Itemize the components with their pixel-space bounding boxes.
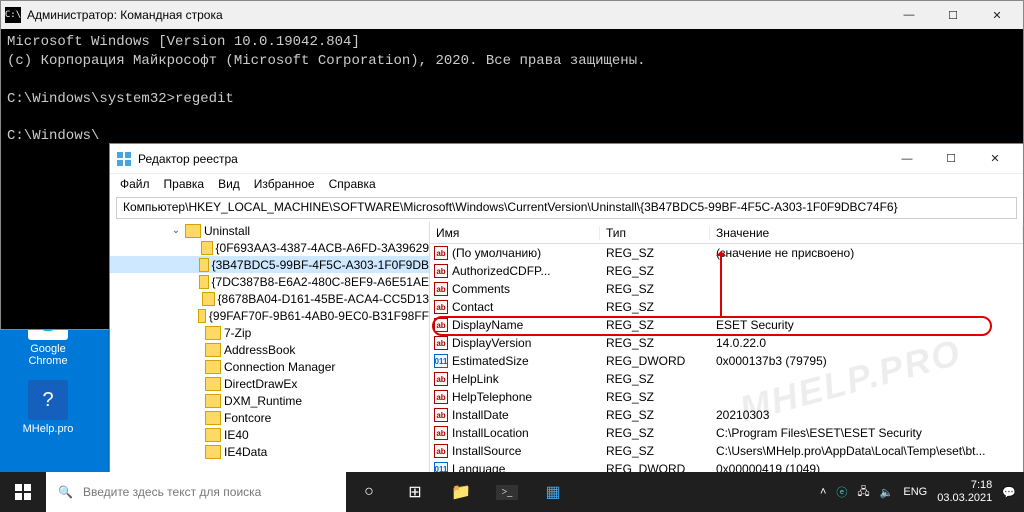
task-view-icon[interactable]: ⊞	[392, 472, 438, 512]
tree-item[interactable]: {7DC387B8-E6A2-480C-8EF9-A6E51AE	[110, 273, 429, 290]
tray-chevron-icon[interactable]: ˄	[820, 486, 826, 498]
tray-time: 7:18	[937, 479, 992, 492]
minimize-button[interactable]: —	[885, 145, 929, 173]
desktop-label: Google Chrome	[12, 343, 84, 367]
regedit-icon	[116, 151, 132, 167]
value-row[interactable]: abAuthorizedCDFP...REG_SZ	[430, 262, 1023, 280]
tray-volume-icon[interactable]: 🔈	[880, 486, 894, 499]
taskbar-cmd[interactable]: >_	[484, 472, 530, 512]
maximize-button[interactable]: ☐	[929, 145, 973, 173]
value-row[interactable]: abInstallLocationREG_SZC:\Program Files\…	[430, 424, 1023, 442]
regedit-window: Редактор реестра — ☐ ✕ Файл Правка Вид Избр…	[109, 143, 1024, 473]
value-row[interactable]: abDisplayNameREG_SZESET Security	[430, 316, 1023, 334]
tree-item[interactable]: DXM_Runtime	[110, 392, 429, 409]
cmd-title-text: Администратор: Командная строка	[27, 8, 887, 22]
windows-icon	[15, 484, 31, 500]
tree-item[interactable]: {99FAF70F-9B61-4AB0-9EC0-B31F98FF	[110, 307, 429, 324]
col-type[interactable]: Тип	[600, 226, 710, 240]
taskbar-explorer[interactable]: 📁	[438, 472, 484, 512]
cortana-icon[interactable]: ○	[346, 472, 392, 512]
regedit-address-bar[interactable]: Компьютер\HKEY_LOCAL_MACHINE\SOFTWARE\Mi…	[116, 197, 1017, 219]
taskbar-search[interactable]: 🔍 Введите здесь текст для поиска	[46, 472, 346, 512]
system-tray: ˄ ⓔ 🖧 🔈 ENG 7:18 03.03.2021 💬	[820, 479, 1024, 505]
annotation-arrow	[720, 252, 722, 316]
tree-item[interactable]: ⌄Uninstall	[110, 222, 429, 239]
value-row[interactable]: abInstallSourceREG_SZC:\Users\MHelp.pro\…	[430, 442, 1023, 460]
minimize-button[interactable]: —	[887, 1, 931, 29]
cmd-titlebar[interactable]: C:\ Администратор: Командная строка — ☐ …	[1, 1, 1023, 29]
menu-item[interactable]: Файл	[120, 177, 150, 191]
value-row[interactable]: abInstallDateREG_SZ20210303	[430, 406, 1023, 424]
tree-item[interactable]: 7-Zip	[110, 324, 429, 341]
tree-item[interactable]: DirectDrawEx	[110, 375, 429, 392]
value-row[interactable]: abHelpTelephoneREG_SZ	[430, 388, 1023, 406]
tree-item[interactable]: Fontcore	[110, 409, 429, 426]
value-row[interactable]: 011EstimatedSizeREG_DWORD0x000137b3 (797…	[430, 352, 1023, 370]
tray-network-icon[interactable]: 🖧	[857, 483, 869, 502]
value-row[interactable]: abContactREG_SZ	[430, 298, 1023, 316]
search-icon: 🔍	[58, 485, 73, 499]
taskbar: 🔍 Введите здесь текст для поиска ○ ⊞ 📁 >…	[0, 472, 1024, 512]
search-placeholder: Введите здесь текст для поиска	[83, 485, 261, 499]
regedit-values-list[interactable]: Имя Тип Значение ab(По умолчанию)REG_SZ(…	[430, 222, 1023, 472]
value-row[interactable]: ab(По умолчанию)REG_SZ(значение не присв…	[430, 244, 1023, 262]
close-button[interactable]: ✕	[975, 1, 1019, 29]
col-value[interactable]: Значение	[710, 226, 1023, 240]
tray-language[interactable]: ENG	[903, 486, 927, 498]
value-row[interactable]: abHelpLinkREG_SZ	[430, 370, 1023, 388]
regedit-titlebar[interactable]: Редактор реестра — ☐ ✕	[110, 144, 1023, 174]
tree-item[interactable]: Connection Manager	[110, 358, 429, 375]
regedit-columns-header[interactable]: Имя Тип Значение	[430, 222, 1023, 244]
desktop-label: MHelp.pro	[12, 423, 84, 435]
close-button[interactable]: ✕	[973, 145, 1017, 173]
regedit-menubar: Файл Правка Вид Избранное Справка	[110, 174, 1023, 194]
mhelp-icon: ?	[28, 380, 68, 420]
value-row[interactable]: abDisplayVersionREG_SZ14.0.22.0	[430, 334, 1023, 352]
cmd-icon: C:\	[5, 7, 21, 23]
tree-item[interactable]: {8678BA04-D161-45BE-ACA4-CC5D13	[110, 290, 429, 307]
tree-item[interactable]: IE40	[110, 426, 429, 443]
tree-item[interactable]: IE4Data	[110, 443, 429, 460]
taskbar-regedit[interactable]: ▦	[530, 472, 576, 512]
tree-item[interactable]: AddressBook	[110, 341, 429, 358]
tray-clock[interactable]: 7:18 03.03.2021	[937, 479, 992, 505]
menu-item[interactable]: Справка	[329, 177, 376, 191]
tree-item[interactable]: {0F693AA3-4387-4ACB-A6FD-3A39629	[110, 239, 429, 256]
menu-item[interactable]: Избранное	[254, 177, 315, 191]
tray-date: 03.03.2021	[937, 492, 992, 505]
desktop-icon-mhelp[interactable]: ? MHelp.pro	[12, 380, 84, 435]
tree-item[interactable]: {3B47BDC5-99BF-4F5C-A303-1F0F9DB	[110, 256, 429, 273]
menu-item[interactable]: Вид	[218, 177, 240, 191]
tray-notifications-icon[interactable]: 💬	[1002, 486, 1016, 499]
menu-item[interactable]: Правка	[164, 177, 205, 191]
regedit-tree[interactable]: ⌄Uninstall{0F693AA3-4387-4ACB-A6FD-3A396…	[110, 222, 430, 472]
col-name[interactable]: Имя	[430, 226, 600, 240]
value-row[interactable]: abCommentsREG_SZ	[430, 280, 1023, 298]
value-row[interactable]: 011LanguageREG_DWORD0x00000419 (1049)	[430, 460, 1023, 472]
maximize-button[interactable]: ☐	[931, 1, 975, 29]
start-button[interactable]	[0, 472, 46, 512]
tray-eset-icon[interactable]: ⓔ	[836, 484, 847, 500]
regedit-title-text: Редактор реестра	[138, 152, 885, 166]
